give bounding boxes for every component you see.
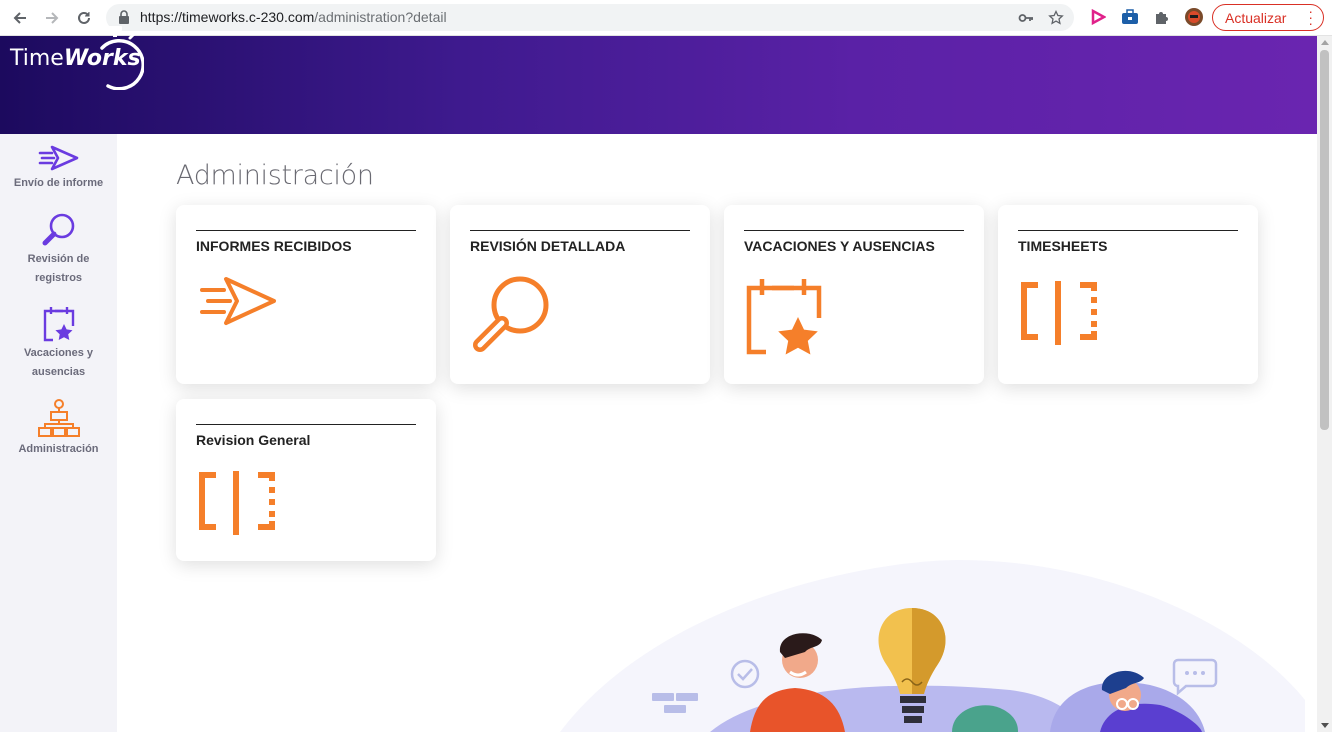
sidebar-item-label: Envío de informe bbox=[13, 177, 104, 189]
update-button[interactable]: Actualizar · · · bbox=[1212, 4, 1324, 31]
key-icon[interactable] bbox=[1018, 10, 1034, 26]
sidebar: Envío de informe Revisión de registros V… bbox=[0, 134, 117, 732]
sidebar-item-label: Revisión de registros bbox=[27, 253, 90, 284]
card-label: REVISIÓN DETALLADA bbox=[470, 238, 626, 254]
card-label: TIMESHEETS bbox=[1018, 238, 1108, 254]
card-divider bbox=[1018, 230, 1238, 231]
card-vacaciones-ausencias[interactable]: VACACIONES Y AUSENCIAS bbox=[724, 205, 984, 384]
timesheet-icon bbox=[1021, 281, 1097, 345]
reload-icon bbox=[78, 11, 90, 24]
send-icon bbox=[38, 145, 78, 171]
search-icon bbox=[473, 276, 549, 352]
card-informes-recibidos[interactable]: INFORMES RECIBIDOS bbox=[176, 205, 436, 384]
more-vert-icon: · · · bbox=[1308, 3, 1313, 31]
card-divider bbox=[196, 230, 416, 231]
card-timesheets[interactable]: TIMESHEETS bbox=[998, 205, 1258, 384]
card-label: INFORMES RECIBIDOS bbox=[196, 238, 352, 254]
teamwork-illustration bbox=[560, 560, 1305, 732]
calendar-star-icon bbox=[746, 279, 822, 355]
url-text: https://timeworks.c-230.com/administrati… bbox=[140, 9, 447, 25]
browser-toolbar: https://timeworks.c-230.com/administrati… bbox=[0, 0, 1332, 36]
scroll-down-icon[interactable] bbox=[1321, 723, 1329, 728]
lock-icon bbox=[119, 10, 129, 24]
star-bookmark-icon[interactable] bbox=[1048, 10, 1064, 26]
card-label: Revision General bbox=[196, 432, 311, 448]
calendar-star-icon bbox=[43, 307, 74, 342]
card-revision-general[interactable]: Revision General bbox=[176, 399, 436, 561]
scrollbar-thumb[interactable] bbox=[1320, 50, 1329, 430]
sidebar-item-label: Vacaciones y ausencias bbox=[23, 347, 94, 378]
logo-text-time: Time bbox=[10, 46, 64, 71]
send-icon bbox=[200, 277, 276, 325]
timesheet-icon bbox=[199, 471, 275, 535]
sidebar-item-envio[interactable]: Envío de informe bbox=[0, 144, 117, 193]
forward-button[interactable] bbox=[40, 6, 64, 30]
sidebar-item-label: Administración bbox=[18, 443, 99, 455]
address-bar[interactable]: https://timeworks.c-230.com/administrati… bbox=[106, 4, 1074, 31]
search-icon bbox=[42, 213, 74, 246]
card-divider bbox=[470, 230, 690, 231]
scroll-up-icon[interactable] bbox=[1321, 40, 1329, 45]
url-path: /administration?detail bbox=[314, 9, 447, 25]
toolbox-extension-icon[interactable] bbox=[1120, 7, 1140, 27]
card-divider bbox=[196, 424, 416, 425]
stopwatch-logo-icon bbox=[100, 26, 144, 90]
back-button[interactable] bbox=[8, 6, 32, 30]
card-divider bbox=[744, 230, 964, 231]
org-chart-icon bbox=[37, 399, 80, 437]
arrow-left-icon bbox=[13, 12, 26, 24]
arrow-right-icon bbox=[46, 12, 59, 24]
sidebar-item-vacaciones[interactable]: Vacaciones y ausencias bbox=[0, 304, 117, 382]
card-label: VACACIONES Y AUSENCIAS bbox=[744, 238, 935, 254]
puzzle-extensions-icon[interactable] bbox=[1152, 7, 1172, 27]
sidebar-item-administracion[interactable]: Administración bbox=[0, 398, 117, 459]
sidebar-item-revision[interactable]: Revisión de registros bbox=[0, 212, 117, 288]
media-extension-icon[interactable] bbox=[1088, 7, 1108, 27]
page-scrollbar[interactable] bbox=[1317, 36, 1332, 732]
profile-avatar[interactable] bbox=[1184, 7, 1204, 27]
app-header bbox=[0, 36, 1317, 134]
page-title: Administración bbox=[176, 160, 374, 191]
card-revision-detallada[interactable]: REVISIÓN DETALLADA bbox=[450, 205, 710, 384]
update-label: Actualizar bbox=[1225, 9, 1287, 26]
url-host: https://timeworks.c-230.com bbox=[140, 9, 315, 25]
